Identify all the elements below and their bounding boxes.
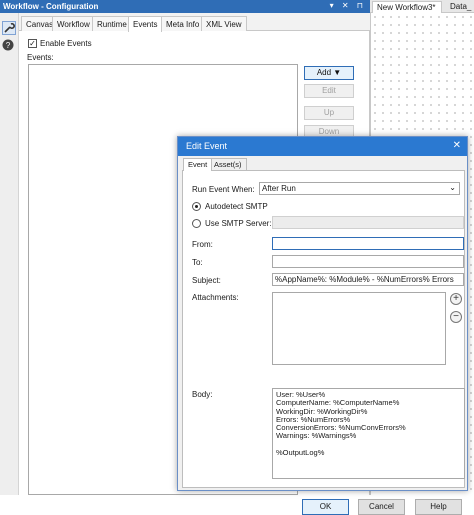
wrench-icon[interactable] bbox=[2, 21, 16, 35]
help-button[interactable]: Help bbox=[415, 499, 462, 515]
use-smtp-server-radio[interactable] bbox=[192, 219, 201, 228]
run-event-when-value: After Run bbox=[262, 184, 296, 193]
move-up-button[interactable]: Up bbox=[304, 106, 354, 120]
body-label: Body: bbox=[192, 390, 213, 399]
cancel-button[interactable]: Cancel bbox=[358, 499, 405, 515]
config-tab-bar: Canvas Workflow Runtime Events Meta Info… bbox=[19, 13, 370, 32]
tab-assets[interactable]: Asset(s) bbox=[209, 158, 247, 170]
tab-event[interactable]: Event bbox=[183, 158, 213, 171]
left-icon-strip: ? bbox=[0, 13, 19, 495]
ok-button[interactable]: OK bbox=[302, 499, 349, 515]
panel-controls-icon[interactable]: ▾ ✕ ⊓ bbox=[330, 1, 366, 10]
dialog-title: Edit Event bbox=[178, 137, 467, 156]
subject-label: Subject: bbox=[192, 276, 221, 285]
events-label: Events: bbox=[27, 53, 54, 62]
tab-workflow[interactable]: Workflow bbox=[52, 16, 95, 31]
add-event-button[interactable]: Add ▼ bbox=[304, 66, 354, 80]
help-icon[interactable]: ? bbox=[2, 39, 16, 53]
close-icon[interactable]: ✕ bbox=[453, 140, 461, 151]
tab-data[interactable]: Data_ bbox=[446, 1, 474, 13]
edit-event-button[interactable]: Edit bbox=[304, 84, 354, 98]
config-panel-title: Workflow - Configuration bbox=[3, 2, 99, 11]
tab-meta-info[interactable]: Meta Info bbox=[161, 16, 205, 31]
svg-text:?: ? bbox=[6, 41, 11, 50]
enable-events-checkbox[interactable]: ✓ bbox=[28, 39, 37, 48]
to-label: To: bbox=[192, 258, 203, 267]
chevron-down-icon: ⌄ bbox=[449, 183, 456, 192]
body-line: %OutputLog% bbox=[276, 448, 325, 458]
from-label: From: bbox=[192, 240, 213, 249]
enable-events-label: Enable Events bbox=[40, 39, 92, 48]
tab-runtime[interactable]: Runtime bbox=[92, 16, 132, 31]
smtp-server-input[interactable] bbox=[272, 216, 464, 229]
autodetect-smtp-label: Autodetect SMTP bbox=[205, 202, 268, 211]
dialog-panel: Run Event When: After Run ⌄ Autodetect S… bbox=[182, 170, 465, 515]
attachments-list[interactable] bbox=[272, 292, 446, 365]
tab-new-workflow3[interactable]: New Workflow3* bbox=[372, 1, 442, 13]
body-line: Warnings: %Warnings% bbox=[276, 431, 357, 441]
attachments-label: Attachments: bbox=[192, 293, 239, 302]
edit-event-dialog: Edit Event ✕ Event Asset(s) Run Event Wh… bbox=[177, 136, 468, 515]
config-panel-header: Workflow - Configuration ▾ ✕ ⊓ bbox=[0, 0, 370, 13]
tab-xml-view[interactable]: XML View bbox=[201, 16, 247, 31]
use-smtp-server-label: Use SMTP Server: bbox=[205, 219, 272, 228]
run-event-when-select[interactable]: After Run ⌄ bbox=[259, 182, 460, 195]
body-textarea[interactable]: User: %User% ComputerName: %ComputerName… bbox=[272, 388, 465, 479]
to-input[interactable] bbox=[272, 255, 464, 268]
remove-attachment-icon[interactable]: − bbox=[450, 311, 462, 323]
from-input[interactable] bbox=[272, 237, 464, 250]
document-tab-bar: New Workflow3* Data_ bbox=[370, 0, 474, 13]
run-event-when-label: Run Event When: bbox=[192, 185, 255, 194]
add-attachment-icon[interactable]: + bbox=[450, 293, 462, 305]
tab-events[interactable]: Events bbox=[128, 16, 163, 32]
autodetect-smtp-radio[interactable] bbox=[192, 202, 201, 211]
subject-input[interactable]: %AppName%: %Module% - %NumErrors% Errors bbox=[272, 273, 464, 286]
